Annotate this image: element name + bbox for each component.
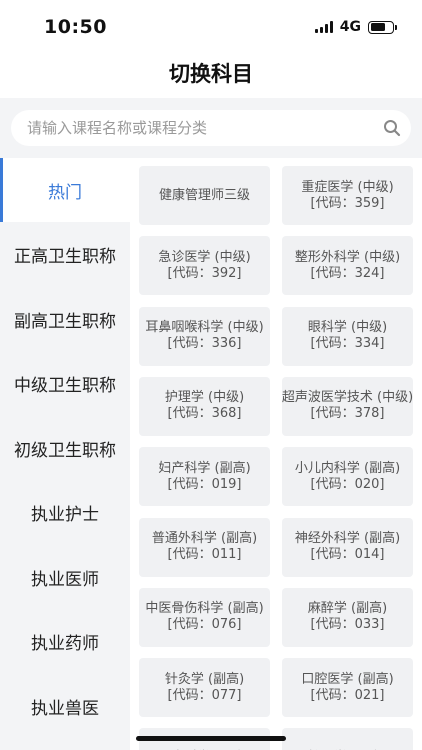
course-name: 眼科学 (中级) <box>307 320 388 336</box>
course-code: [代码：076] <box>167 617 242 633</box>
course-code: [代码：033] <box>310 617 385 633</box>
course-card[interactable]: 小儿内科学 (副高) [代码：020] <box>282 447 413 507</box>
course-card[interactable]: 妇产科学 (副高) [代码：019] <box>139 447 270 507</box>
course-name: 健康管理师三级 <box>158 187 250 203</box>
course-card[interactable]: 重症医学 (中级) [代码：359] <box>282 166 413 225</box>
course-name: 超声波医学技术 (中级) <box>281 390 414 406</box>
course-name: 口腔医学 (副高) <box>301 671 394 687</box>
course-code: [代码：019] <box>167 476 242 492</box>
search-input[interactable] <box>27 110 377 146</box>
course-card[interactable]: 超声波医学技术 (中级) [代码：378] <box>281 376 414 436</box>
course-card[interactable]: 眼科学 (中级) [代码：334] <box>282 306 413 366</box>
course-name: 普通外科学 (副高) <box>151 531 258 546</box>
status-time: 10:50 <box>44 16 107 38</box>
sidebar-item[interactable]: 初级卫生职称 <box>0 416 130 480</box>
course-name: 耳鼻咽喉科学 (中级) <box>145 320 264 336</box>
course-grid: 健康管理师三级 重症医学 (中级) [代码：359] 急诊医学 (中级) [代码：392… <box>130 158 422 750</box>
category-sidebar: 热门 正高卫生职称 副高卫生职称 中级卫生职称 初级卫生职称 执业护士 执业医师 执业药师 执业… <box>0 158 130 750</box>
search-bar <box>0 98 422 158</box>
course-card[interactable]: 中医骨伤科学 (副高) [代码：076] <box>139 587 270 647</box>
course-code: [代码：336] <box>167 336 242 352</box>
course-name: 护理学 (中级) <box>164 390 245 406</box>
course-card[interactable]: 急诊医学 (中级) [代码：392] <box>139 236 270 296</box>
course-code: [代码：368] <box>167 406 242 422</box>
network-label: 4G <box>339 19 361 35</box>
status-bar: 10:50 4G <box>0 0 422 54</box>
course-name: 麻醉学 (副高) <box>307 601 388 617</box>
course-code: [代码：334] <box>310 336 385 352</box>
course-name: 整形外科学 (中级) <box>294 249 401 265</box>
course-name: 神经外科学 (副高) <box>294 531 401 546</box>
sidebar-item[interactable]: 副高卫生职称 <box>0 287 130 351</box>
sidebar-item[interactable]: 执业兽医 <box>0 674 130 738</box>
course-card[interactable]: 耳鼻咽喉科学 (中级) [代码：336] <box>139 306 270 366</box>
course-name: 妇产科学 (副高) <box>158 460 251 476</box>
course-code: [代码：324] <box>310 265 385 281</box>
course-code: [代码：014] <box>310 547 385 562</box>
page-title: 切换科目 <box>169 62 253 86</box>
course-code: [代码：392] <box>167 265 242 281</box>
course-name: 小儿内科学 (副高) <box>294 460 401 476</box>
battery-icon <box>368 20 397 34</box>
sidebar-item[interactable]: 热门 <box>0 158 130 222</box>
course-code: [代码：359] <box>310 195 385 211</box>
sidebar-item[interactable]: 正高卫生职称 <box>0 223 130 287</box>
course-code: [代码：011] <box>167 547 242 562</box>
status-indicators: 4G <box>314 19 397 35</box>
signal-icon <box>314 21 333 33</box>
sidebar-item[interactable]: 中级卫生职称 <box>0 352 130 416</box>
course-name: 针灸学 (副高) <box>164 671 245 687</box>
search-icon[interactable] <box>383 119 401 137</box>
course-card[interactable]: 护理学 (中级) [代码：368] <box>139 376 270 436</box>
course-card[interactable]: 普通外科学 (副高) [代码：011] <box>139 517 270 577</box>
course-card[interactable]: 麻醉学 (副高) [代码：033] <box>282 587 413 647</box>
sidebar-item[interactable]: 执业药师 <box>0 610 130 674</box>
search-box[interactable] <box>11 110 411 146</box>
course-name: 重症医学 (中级) <box>301 179 394 195</box>
course-name: 中医骨伤科学 (副高) <box>145 601 264 617</box>
course-code: [代码：077] <box>167 687 242 703</box>
course-code: [代码：378] <box>310 406 385 422</box>
course-name: 急诊医学 (中级) <box>158 249 251 265</box>
course-code: [代码：021] <box>310 687 385 703</box>
course-code: [代码：020] <box>310 476 385 492</box>
course-card[interactable]: 护理学 (副高) <box>282 728 413 750</box>
course-card[interactable]: 针灸学 (副高) [代码：077] <box>139 658 270 718</box>
home-indicator <box>136 736 286 741</box>
battery-level <box>370 23 386 31</box>
course-card[interactable]: 神经外科学 (副高) [代码：014] <box>282 517 413 577</box>
sidebar-item[interactable]: 执业护士 <box>0 481 130 545</box>
course-card[interactable]: 整形外科学 (中级) [代码：324] <box>282 236 413 296</box>
sidebar-item[interactable]: 执业医师 <box>0 545 130 609</box>
course-card[interactable]: 健康管理师三级 <box>139 166 270 225</box>
course-card[interactable]: 口腔医学 (副高) [代码：021] <box>282 658 413 718</box>
